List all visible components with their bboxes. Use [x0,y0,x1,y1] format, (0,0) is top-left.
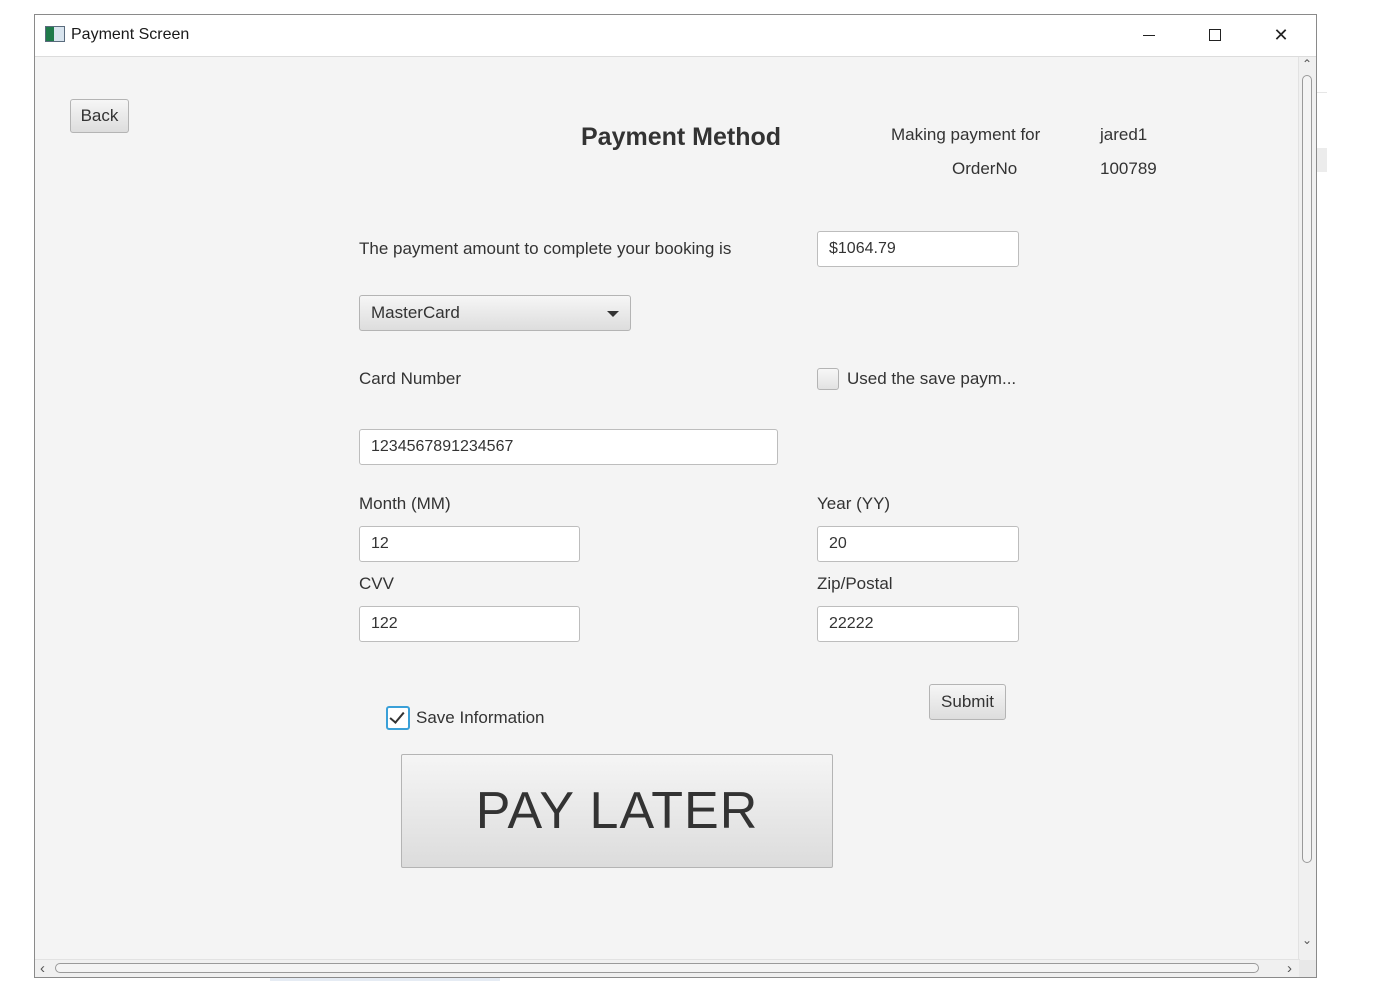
scroll-down-icon[interactable]: ⌄ [1302,933,1312,947]
scroll-left-icon[interactable]: ‹ [40,960,45,977]
payment-window: Payment Screen ✕ Back Payment Method Mak… [34,14,1317,978]
amount-label: The payment amount to complete your book… [359,239,732,258]
background-divider [1317,148,1327,172]
background-divider [270,978,500,981]
month-label: Month (MM) [359,494,451,513]
title-bar: Payment Screen ✕ [35,15,1316,57]
card-type-select[interactable]: MasterCard [359,295,631,331]
card-number-label: Card Number [359,369,462,388]
making-payment-label: Making payment for [891,125,1041,144]
background-divider [1317,92,1327,93]
scrollbar-corner [1299,960,1316,977]
use-saved-payment-label[interactable]: Used the save paym... [847,369,1016,389]
maximize-button[interactable] [1182,15,1248,55]
submit-button[interactable]: Submit [929,684,1006,720]
use-saved-payment-checkbox[interactable] [817,368,839,390]
zip-label: Zip/Postal [817,574,893,593]
minimize-icon [1143,34,1155,36]
chevron-down-icon [607,311,619,317]
making-payment-value: jared1 [1100,125,1148,144]
maximize-icon [1209,29,1221,41]
close-button[interactable]: ✕ [1248,15,1314,55]
scroll-right-icon[interactable]: › [1287,960,1292,977]
minimize-button[interactable] [1116,15,1182,55]
amount-field[interactable]: $1064.79 [817,231,1019,267]
zip-field[interactable]: 22222 [817,606,1019,642]
save-information-label[interactable]: Save Information [416,708,545,728]
year-label: Year (YY) [817,494,891,513]
vertical-scroll-thumb[interactable] [1302,75,1312,863]
vertical-scrollbar[interactable]: ⌃ ⌄ [1298,57,1316,961]
app-icon [45,26,65,42]
order-no-value: 100789 [1100,159,1157,178]
page-title: Payment Method [581,123,782,151]
order-no-label: OrderNo [952,159,1018,178]
scroll-up-icon[interactable]: ⌃ [1302,57,1312,71]
cvv-field[interactable]: 122 [359,606,580,642]
card-type-value: MasterCard [371,303,460,322]
cvv-label: CVV [359,574,394,593]
save-information-checkbox[interactable] [386,706,410,730]
content-area: Back Payment Method Making payment for j… [35,57,1300,961]
back-button[interactable]: Back [70,99,129,133]
window-title: Payment Screen [71,26,190,43]
close-icon: ✕ [1273,24,1289,45]
pay-later-button[interactable]: PAY LATER [401,754,833,868]
month-field[interactable]: 12 [359,526,580,562]
year-field[interactable]: 20 [817,526,1019,562]
card-number-field[interactable]: 1234567891234567 [359,429,778,465]
horizontal-scroll-thumb[interactable] [55,963,1259,973]
horizontal-scrollbar[interactable]: ‹ › [35,959,1300,977]
